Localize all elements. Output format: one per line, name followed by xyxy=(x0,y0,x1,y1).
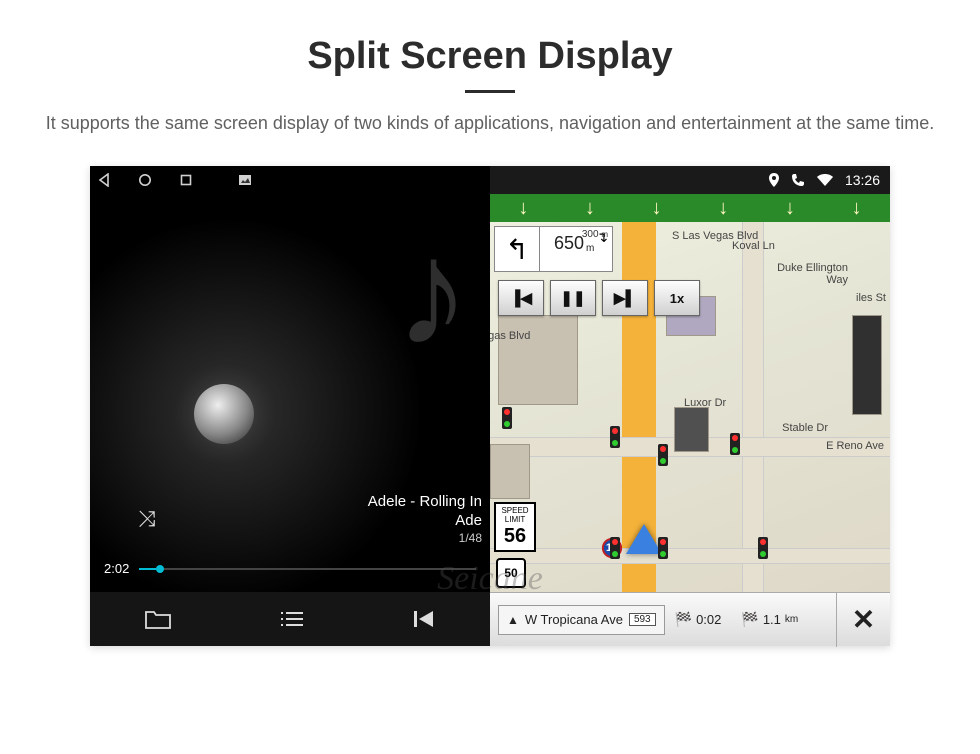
traffic-light-icon xyxy=(658,444,668,466)
track-info-row: ⤨ Adele - Rolling In Ade 1/48 xyxy=(98,492,482,547)
eta-distance-value: 1.1 xyxy=(763,612,781,627)
gallery-icon[interactable] xyxy=(238,174,252,186)
page-title: Split Screen Display xyxy=(0,35,980,78)
eta-distance-unit: km xyxy=(785,614,798,625)
road-label: Stable Dr xyxy=(780,422,830,434)
eta-distance-panel[interactable]: 🏁 1.1 km xyxy=(741,611,798,628)
recent-apps-icon[interactable] xyxy=(180,174,192,186)
player-bottom-bar xyxy=(90,592,490,646)
lane-arrow-icon: ↓ xyxy=(718,197,728,220)
road-label: Luxor Dr xyxy=(682,397,728,409)
lane-arrow-icon: ↓ xyxy=(585,197,595,220)
location-icon xyxy=(769,173,779,187)
lane-arrow-icon: ↓ xyxy=(785,197,795,220)
progress-slider[interactable] xyxy=(139,568,476,570)
sim-speed-button[interactable]: 1x xyxy=(654,280,700,316)
track-artist: Ade xyxy=(156,511,482,531)
wifi-icon xyxy=(817,174,833,186)
music-note-icon: ♪ xyxy=(395,217,470,367)
current-street-name: W Tropicana Ave xyxy=(525,612,623,627)
home-icon[interactable] xyxy=(138,173,152,187)
flag-icon: 🏁 xyxy=(741,611,758,628)
watermark: Seicane xyxy=(437,560,543,598)
current-street-panel[interactable]: ▲ W Tropicana Ave 593 xyxy=(498,605,665,635)
track-text: Adele - Rolling In Ade 1/48 xyxy=(156,492,482,547)
map-canvas[interactable]: S Las Vegas Blvd egas Blvd Koval Ln Duke… xyxy=(490,222,890,592)
lane-arrow-icon: ↓ xyxy=(518,197,528,220)
flag-icon: 🏁 xyxy=(675,611,692,628)
navigation-pane: 13:26 ↓ ↓ ↓ ↓ ↓ ↓ S Las Vegas Blvd egas … xyxy=(490,166,890,646)
road-label: Koval Ln xyxy=(730,240,777,252)
progress-row: 2:02 xyxy=(90,561,490,576)
sim-pause-button[interactable]: ❚❚ xyxy=(550,280,596,316)
arrow-icon: ▲ xyxy=(507,613,519,627)
road-label: E Reno Ave xyxy=(824,440,886,452)
street-number: 593 xyxy=(629,613,656,626)
back-icon[interactable] xyxy=(98,173,110,187)
current-position-icon xyxy=(626,524,662,554)
close-button[interactable]: ✕ xyxy=(836,593,890,647)
eta-time-panel[interactable]: 🏁 0:02 xyxy=(675,611,722,628)
split-screen-screenshot: ♪ ⤨ Adele - Rolling In Ade 1/48 2:02 xyxy=(90,166,890,646)
title-underline xyxy=(465,90,515,93)
turn-left-icon: ↰ xyxy=(495,227,539,271)
playback-control-row: ▐◀ ❚❚ ▶▌ 1x xyxy=(498,280,700,316)
eta-time-value: 0:02 xyxy=(696,612,721,627)
folder-icon[interactable] xyxy=(145,609,171,629)
phone-icon xyxy=(791,173,805,187)
road-label: egas Blvd xyxy=(490,330,532,342)
track-counter: 1/48 xyxy=(156,531,482,547)
lane-arrow-icon: ↓ xyxy=(852,197,862,220)
shuffle-icon[interactable]: ⤨ xyxy=(138,506,156,532)
road-label: iles St xyxy=(854,292,888,304)
road-label: Duke Ellington xyxy=(775,262,850,274)
traffic-light-icon xyxy=(658,537,668,559)
sim-prev-button[interactable]: ▐◀ xyxy=(498,280,544,316)
lane-arrow-icon: ↓ xyxy=(652,197,662,220)
speed-limit-sign: SPEED LIMIT 56 xyxy=(494,502,536,552)
page-subtitle: It supports the same screen display of t… xyxy=(40,111,940,136)
traffic-light-icon xyxy=(758,537,768,559)
playlist-icon[interactable] xyxy=(280,610,304,628)
previous-track-icon[interactable] xyxy=(413,609,435,629)
road-label: Way xyxy=(824,274,850,286)
traffic-light-icon xyxy=(502,407,512,429)
nav-bottom-bar: ▲ W Tropicana Ave 593 🏁 0:02 🏁 1.1 km ✕ xyxy=(490,592,890,646)
system-status-bar: 13:26 xyxy=(490,166,890,194)
elapsed-time: 2:02 xyxy=(104,561,129,576)
sim-next-button[interactable]: ▶▌ xyxy=(602,280,648,316)
album-art-area: ♪ xyxy=(90,194,490,646)
android-nav-bar xyxy=(90,166,490,194)
track-title: Adele - Rolling In xyxy=(156,492,482,512)
traffic-light-icon xyxy=(610,537,620,559)
traffic-light-icon xyxy=(610,426,620,448)
lane-guidance-bar: ↓ ↓ ↓ ↓ ↓ ↓ xyxy=(490,194,890,222)
clock-value: 13:26 xyxy=(845,172,880,188)
volume-knob[interactable] xyxy=(194,384,254,444)
music-player-pane: ♪ ⤨ Adele - Rolling In Ade 1/48 2:02 xyxy=(90,166,490,646)
traffic-light-icon xyxy=(730,433,740,455)
turn-instruction-panel: ↰ ↴ 300 m 650 m xyxy=(494,226,613,272)
